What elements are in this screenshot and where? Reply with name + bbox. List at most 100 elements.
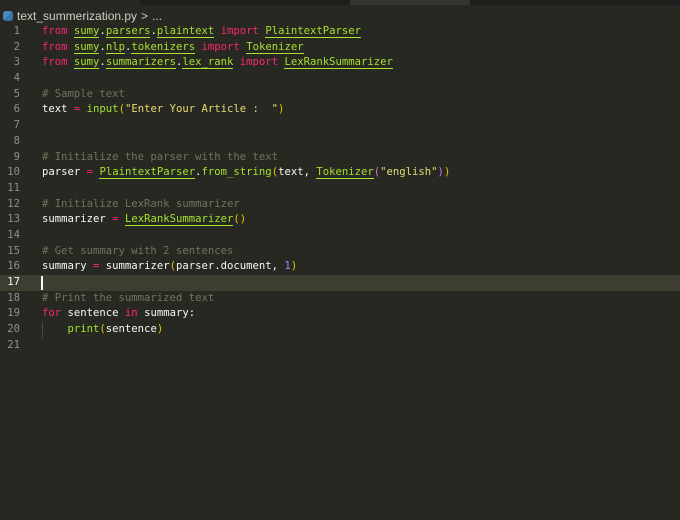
token-pl: text <box>42 103 74 116</box>
chevron-right-icon: > <box>141 9 149 23</box>
token-kw: import <box>201 40 240 53</box>
token-mod: nlp <box>105 40 125 54</box>
token-fn: from_string <box>201 166 272 179</box>
token-cls: LexRankSummarizer <box>124 213 234 227</box>
code-line[interactable]: 7 <box>0 118 680 134</box>
code-line[interactable]: 18 # Print the summarized text <box>0 291 680 307</box>
token-pl: summary <box>42 260 94 273</box>
token-kw: in <box>124 307 138 320</box>
code-line[interactable]: 13 summarizer = LexRankSummarizer() <box>0 212 680 228</box>
code-line[interactable]: 19 for sentence in summary: <box>0 306 680 322</box>
line-number: 4 <box>13 72 20 85</box>
code-text: text = input("Enter Your Article : ") <box>42 102 284 118</box>
token-cls: PlaintextParser <box>265 25 361 38</box>
code-line[interactable]: 5 # Sample text <box>0 87 680 103</box>
breadcrumb-file[interactable]: text_summerization.py <box>17 9 137 23</box>
token-mod: sumy <box>73 25 100 38</box>
token-pl: sentence <box>105 323 157 336</box>
line-number: 9 <box>13 150 20 163</box>
code-line[interactable]: 6 text = input("Enter Your Article : ") <box>0 102 680 118</box>
code-line[interactable]: 17 <box>0 275 680 291</box>
token-mod: sumy <box>73 40 100 54</box>
token-br: ) <box>278 103 285 116</box>
code-text: # Print the summarized text <box>42 291 214 307</box>
token-pl: text, <box>278 166 317 179</box>
token-kw: import <box>220 25 259 37</box>
code-line[interactable]: 4 <box>0 71 680 87</box>
code-line[interactable]: 2 from sumy.nlp.tokenizers import Tokeniz… <box>0 40 680 56</box>
code-line[interactable]: 16 summary = summarizer(parser.document, … <box>0 259 680 275</box>
code-line[interactable]: 21 <box>0 338 680 354</box>
token-mod: sumy <box>73 56 100 70</box>
code-text: # Initialize the parser with the text <box>42 150 278 166</box>
line-number: 16 <box>7 260 20 273</box>
line-number: 11 <box>7 181 20 194</box>
line-number: 19 <box>7 307 20 320</box>
token-cm: # Get summary with 2 sentences <box>42 244 234 257</box>
code-line[interactable]: 15 # Get summary with 2 sentences <box>0 244 680 260</box>
token-pl: summarizer <box>99 260 170 273</box>
code-line[interactable]: 1 from sumy.parsers.plaintext import Plai… <box>0 24 680 40</box>
line-number: 1 <box>13 25 20 37</box>
line-number: 20 <box>7 323 20 336</box>
code-editor[interactable]: 1 from sumy.parsers.plaintext import Plai… <box>0 24 680 353</box>
breadcrumb[interactable]: text_summerization.py > ... <box>3 8 162 24</box>
code-text: for sentence in summary: <box>42 306 195 322</box>
token-kw: from <box>42 25 68 37</box>
token-cm: # Print the summarized text <box>42 291 215 304</box>
code-line[interactable]: 8 <box>0 134 680 150</box>
python-file-icon <box>3 11 13 21</box>
token-mod: tokenizers <box>131 40 196 54</box>
code-line[interactable]: 20 print(sentence) <box>0 322 680 338</box>
token-pl: . <box>99 25 106 37</box>
token-pl: parser.document, <box>175 260 285 273</box>
token-cm: # Initialize LexRank summarizer <box>42 197 240 210</box>
code-text: from sumy.nlp.tokenizers import Tokenize… <box>42 40 304 56</box>
line-number: 8 <box>13 134 20 147</box>
token-br: ) <box>443 166 451 179</box>
token-kw: import <box>239 56 279 69</box>
token-kw: from <box>42 56 68 69</box>
code-line[interactable]: 12 # Initialize LexRank summarizer <box>0 197 680 213</box>
token-cm: # Initialize the parser with the text <box>42 150 278 163</box>
token-pl: . <box>99 40 106 53</box>
code-text: # Initialize LexRank summarizer <box>42 197 240 213</box>
code-text: # Get summary with 2 sentences <box>42 244 233 260</box>
line-number: 21 <box>7 338 20 351</box>
token-br: ) <box>156 323 164 336</box>
token-pl: . <box>99 56 106 69</box>
code-text: parser = PlaintextParser.from_string(tex… <box>42 165 450 181</box>
text-cursor <box>41 276 43 290</box>
token-cm: # Sample text <box>42 87 125 100</box>
token-br: () <box>233 213 247 226</box>
line-number: 17 <box>7 276 20 288</box>
code-text: summarizer = LexRankSummarizer() <box>42 212 246 228</box>
token-br: ) <box>290 260 298 273</box>
token-fn: print <box>67 323 100 336</box>
code-line[interactable]: 9 # Initialize the parser with the text <box>0 150 680 166</box>
line-number: 5 <box>13 87 20 100</box>
breadcrumb-more[interactable]: ... <box>152 9 162 23</box>
line-number: 18 <box>7 291 20 304</box>
line-number: 6 <box>13 103 20 116</box>
token-str: "english" <box>380 166 438 179</box>
code-text: summary = summarizer(parser.document, 1) <box>42 259 297 275</box>
code-line[interactable]: 11 <box>0 181 680 197</box>
code-line[interactable]: 14 <box>0 228 680 244</box>
line-number: 10 <box>7 166 20 179</box>
code-text: print(sentence) <box>42 322 164 338</box>
token-mod: parsers <box>105 25 151 38</box>
code-line[interactable]: 3 from sumy.summarizers.lex_rank import L… <box>0 55 680 71</box>
token-pl: parser <box>42 166 87 179</box>
token-pl: summary: <box>137 307 196 320</box>
line-number: 2 <box>13 40 20 53</box>
token-mod: plaintext <box>156 25 215 38</box>
code-text: from sumy.parsers.plaintext import Plain… <box>42 24 361 40</box>
code-line[interactable]: 10 parser = PlaintextParser.from_string(t… <box>0 165 680 181</box>
token-cls: LexRankSummarizer <box>284 56 393 70</box>
token-pl: . <box>150 25 157 37</box>
